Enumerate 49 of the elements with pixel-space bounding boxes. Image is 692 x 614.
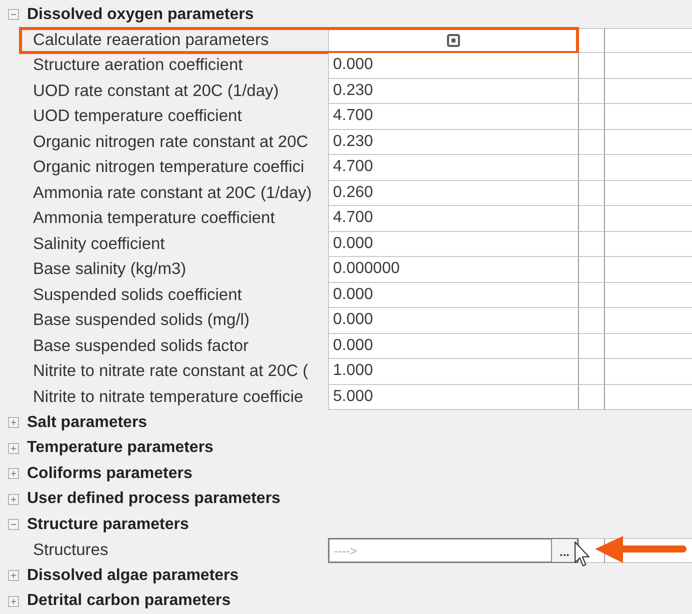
property-label: Base suspended solids factor	[33, 336, 249, 356]
group-title: Detrital carbon parameters	[27, 592, 231, 610]
value-field[interactable]: 0.230	[328, 130, 578, 155]
property-label: Organic nitrogen rate constant at 20C	[33, 132, 308, 152]
property-label: Base suspended solids (mg/l)	[33, 311, 250, 330]
group-title: Salt parameters	[27, 414, 148, 432]
checkbox[interactable]	[447, 34, 460, 47]
plus-box-icon[interactable]	[8, 596, 19, 607]
property-label: Nitrite to nitrate temperature coefficie	[33, 388, 304, 407]
property-label: Salinity coefficient	[33, 234, 165, 254]
property-label: Nitrite to nitrate rate constant at 20C (	[33, 362, 308, 382]
property-label: Structure aeration coefficient	[33, 56, 243, 76]
group-title: User defined process parameters	[27, 490, 280, 508]
value-field[interactable]: 0.260	[328, 180, 578, 206]
value-field[interactable]: 0.000	[328, 232, 578, 257]
value-field[interactable]: 0.000	[328, 334, 578, 359]
plus-box-icon[interactable]	[8, 417, 19, 428]
value-field[interactable]: 0.000	[328, 282, 578, 308]
minus-box-icon[interactable]	[8, 9, 19, 20]
property-label: Ammonia temperature coefficient	[33, 209, 275, 228]
group-title: Coliforms parameters	[27, 464, 192, 483]
value-field[interactable]: 4.700	[328, 104, 578, 130]
browse-button[interactable]: ...	[551, 538, 577, 562]
property-label: Ammonia rate constant at 20C (1/day)	[33, 184, 312, 203]
value-field[interactable]: 0.000000	[328, 257, 578, 282]
group-title: Dissolved oxygen parameters	[27, 6, 254, 24]
group-title: Dissolved algae parameters	[27, 566, 239, 585]
property-label: UOD rate constant at 20C (1/day)	[33, 82, 279, 101]
plus-box-icon[interactable]	[8, 442, 19, 454]
value-field[interactable]: 4.700	[328, 155, 578, 180]
property-label: UOD temperature coefficient	[33, 107, 242, 126]
property-label: Structures	[33, 540, 108, 560]
value-field[interactable]: 4.700	[328, 206, 578, 232]
plus-box-icon[interactable]	[8, 570, 19, 582]
property-label: Suspended solids coefficient	[33, 286, 242, 305]
value-field[interactable]: 0.000	[328, 53, 578, 78]
property-label: Calculate reaeration parameters	[33, 30, 269, 50]
value-field[interactable]: 0.230	[328, 78, 578, 104]
plus-box-icon[interactable]	[8, 494, 19, 505]
group-title: Structure parameters	[27, 516, 189, 534]
group-title: Temperature parameters	[27, 439, 214, 458]
value-field[interactable]: 5.000	[328, 384, 578, 410]
plus-box-icon[interactable]	[8, 468, 19, 480]
property-label: Organic nitrogen temperature coeffici	[33, 158, 304, 178]
value-field[interactable]: 1.000	[328, 359, 578, 384]
minus-box-icon[interactable]	[8, 519, 19, 530]
value-field[interactable]: 0.000	[328, 308, 578, 334]
browse-field[interactable]: ----> ...	[328, 538, 578, 563]
property-label: Base salinity (kg/m3)	[33, 260, 186, 280]
